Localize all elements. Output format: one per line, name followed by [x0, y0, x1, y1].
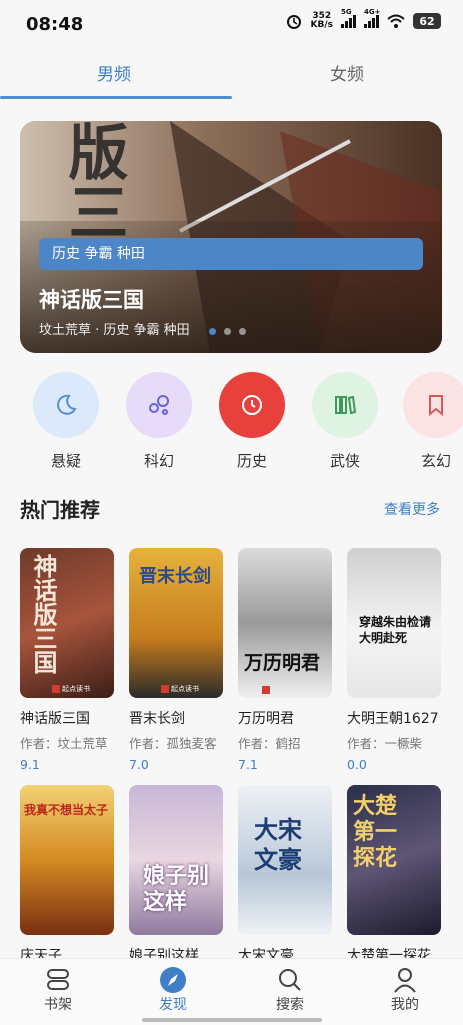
book-card[interactable]: 神话版三国 起点读书 神话版三国 作者：坟土荒草 9.1 [20, 548, 116, 772]
nav-search[interactable]: 搜索 [250, 967, 330, 1014]
book-card[interactable]: 娘子别这样 娘子别这样 [129, 785, 225, 965]
book-score: 9.1 [20, 757, 40, 772]
book-title: 神话版三国 [20, 711, 90, 727]
book-cover: 万历明君 [238, 548, 332, 698]
category-circle [403, 372, 463, 438]
atom-icon [149, 395, 169, 415]
book-cover: 娘子别这样 [129, 785, 223, 935]
category-fantasy[interactable]: 玄幻 [403, 372, 463, 471]
book-title: 大明王朝1627 [347, 711, 439, 727]
category-suspense[interactable]: 悬疑 [32, 372, 100, 471]
banner-title: 神话版三国 [39, 288, 144, 312]
search-icon [279, 969, 301, 991]
book-card[interactable]: 穿越朱由检请大明赴死 大明王朝1627 作者：一橛柴 0.0 [347, 548, 443, 772]
book-score: 0.0 [347, 757, 367, 772]
alarm-icon [286, 15, 301, 29]
books-icon [335, 395, 357, 415]
category-history[interactable]: 历史 [218, 372, 286, 471]
featured-banner[interactable]: 版三 历史 争霸 种田 神话版三国 坟土荒草 · 历史 争霸 种田 [20, 121, 442, 353]
category-circle [33, 372, 99, 438]
book-title: 晋末长剑 [129, 711, 185, 727]
book-author: 作者：一橛柴 [347, 736, 423, 751]
network-speed: 352 KB/s [310, 11, 333, 30]
book-card[interactable]: 大楚第一探花 大楚第一探花 [347, 785, 443, 965]
bookshelf-icon [47, 969, 69, 990]
banner-tags: 历史 争霸 种田 [39, 238, 423, 270]
book-card[interactable]: 晋末长剑 起点读书 晋末长剑 作者：孤独麦客 7.0 [129, 548, 225, 772]
bottom-navigation: 书架 发现 搜索 我的 [0, 958, 463, 1025]
active-tab-indicator [0, 96, 232, 99]
banner-subtitle: 坟土荒草 · 历史 争霸 种田 [39, 323, 190, 338]
book-author: 作者：孤独麦客 [129, 736, 217, 751]
compass-icon [160, 967, 186, 993]
category-list: 悬疑 科幻 历史 武侠 玄幻 [0, 372, 463, 472]
book-cover: 神话版三国 起点读书 [20, 548, 114, 698]
book-card[interactable]: 大宋文豪 大宋文豪 [238, 785, 334, 965]
battery-indicator: 62 [413, 13, 441, 29]
moon-icon [57, 394, 77, 415]
status-time: 08:48 [26, 14, 84, 35]
book-cover: 大楚第一探花 [347, 785, 441, 935]
book-cover: 大宋文豪 [238, 785, 332, 935]
status-bar: 08:48 352 KB/s 5G 4G+ 62 [0, 0, 463, 48]
home-indicator [142, 1018, 322, 1022]
book-title: 万历明君 [238, 711, 294, 727]
bookmark-icon [429, 395, 443, 417]
section-title: 热门推荐 [20, 498, 100, 522]
category-circle [126, 372, 192, 438]
tab-female[interactable]: 女频 [330, 60, 364, 85]
nav-discover[interactable]: 发现 [133, 967, 213, 1014]
category-circle [312, 372, 378, 438]
gender-tabs: 男频 女频 [0, 48, 463, 102]
category-circle [219, 372, 285, 438]
nav-bookshelf[interactable]: 书架 [18, 967, 98, 1014]
clock-icon [242, 395, 262, 415]
hot-recommend-header: 热门推荐 查看更多 [20, 494, 440, 523]
wifi-icon [387, 14, 405, 28]
see-more-link[interactable]: 查看更多 [384, 499, 440, 519]
book-score: 7.0 [129, 757, 149, 772]
book-cover: 我真不想当太子 [20, 785, 114, 935]
book-card[interactable]: 万历明君 万历明君 作者：鹤招 7.1 [238, 548, 334, 772]
signal-4g-icon: 4G+ [364, 8, 380, 28]
category-scifi[interactable]: 科幻 [125, 372, 193, 471]
book-score: 7.1 [238, 757, 258, 772]
book-card[interactable]: 我真不想当太子 庆天子 [20, 785, 116, 965]
nav-profile[interactable]: 我的 [365, 967, 445, 1014]
category-wuxia[interactable]: 武侠 [311, 372, 379, 471]
book-cover: 晋末长剑 起点读书 [129, 548, 223, 698]
book-cover: 穿越朱由检请大明赴死 [347, 548, 441, 698]
user-icon [394, 968, 416, 993]
book-author: 作者：坟土荒草 [20, 736, 108, 751]
signal-5g-icon: 5G [341, 8, 356, 28]
tab-male[interactable]: 男频 [97, 60, 131, 85]
book-author: 作者：鹤招 [238, 736, 301, 751]
status-icons: 352 KB/s 5G 4G+ 62 [285, 8, 441, 30]
carousel-dots [209, 328, 246, 335]
